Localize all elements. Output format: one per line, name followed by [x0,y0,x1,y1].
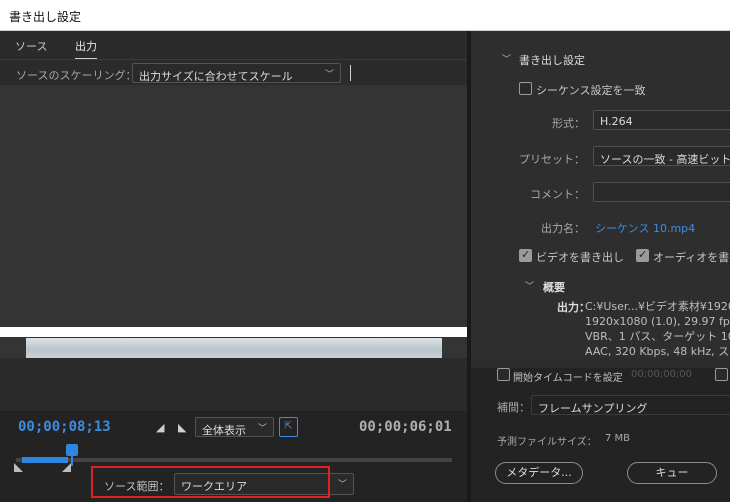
export-settings-lower: 開始タイムコードを設定 00;00;00;00 補間： フレームサンプリング 予… [471,368,730,502]
interpolation-value: フレームサンプリング [538,402,648,415]
chevron-down-icon[interactable]: ﹀ [525,279,534,292]
output-name-label: 出力名： [541,222,585,235]
start-timecode-label: 開始タイムコードを設定 [513,373,623,384]
filesize-label: 予測ファイルサイズ： [497,437,597,448]
tab-output[interactable]: 出力 [75,38,97,60]
mark-in-button[interactable]: ◢ [156,421,164,434]
scaling-label: ソースのスケーリング： [16,69,137,82]
summary-title: 概要 [543,281,565,294]
chevron-down-icon: ﹀ [324,70,334,80]
text-cursor [350,65,351,81]
metadata-button[interactable]: メタデータ... [495,462,583,484]
preset-dropdown[interactable]: ソースの一致 - 高速ビットレ [593,146,730,166]
scaling-row: ソースのスケーリング： 出力サイズに合わせてスケール ﹀ [0,59,467,85]
format-label: 形式： [552,117,585,130]
section-title: 書き出し設定 [519,54,585,67]
preview-gap [0,327,470,337]
highlight-box [91,466,330,498]
timeline-track[interactable] [16,457,452,463]
export-settings-upper: ﹀ 書き出し設定 シーケンス設定を一致 形式： H.264 プリセット： ソース… [471,31,730,358]
in-point-marker[interactable] [14,463,23,472]
comment-label: コメント： [530,188,585,201]
format-value: H.264 [600,115,633,128]
scaling-value: 出力サイズに合わせてスケール [139,70,293,83]
summary-line: AAC, 320 Kbps, 48 kHz, ステ [585,345,730,358]
chevron-down-icon: ﹀ [337,480,347,490]
queue-button[interactable]: キュー [627,462,717,484]
summary-line: C:¥User...¥ビデオ素材¥1920× [585,300,730,313]
format-dropdown[interactable]: H.264 [593,110,730,130]
summary-line: 1920x1080 (1.0), 29.97 fps, [585,315,730,328]
playhead-line [71,455,73,466]
window-title: 書き出し設定 [9,10,82,24]
tab-source[interactable]: ソース [15,38,47,54]
mark-out-button[interactable]: ◣ [178,421,186,434]
extra-checkbox[interactable] [715,368,728,381]
chevron-down-icon[interactable]: ﹀ [502,52,511,65]
export-audio-checkbox[interactable] [636,248,649,262]
export-video-label: ビデオを書き出し [536,251,624,264]
fit-frame-button[interactable]: ⇱ [279,417,298,437]
filesize-value: 7 MB [605,433,631,444]
current-timecode[interactable]: 00;00;08;13 [18,419,111,435]
start-timecode-value: 00;00;00;00 [631,369,693,380]
duration-timecode: 00;00;06;01 [359,419,452,435]
scaling-dropdown[interactable]: 出力サイズに合わせてスケール ﹀ [132,63,341,83]
zoom-dropdown[interactable]: 全体表示 ﹀ [195,417,274,437]
title-bar: 書き出し設定 [0,0,730,31]
interpolation-dropdown[interactable]: フレームサンプリング [531,395,730,415]
preview-area [0,85,467,358]
comment-input[interactable] [593,182,730,202]
tab-bar: ソース 出力 [0,31,467,60]
video-preview-image [26,338,442,358]
output-name-link[interactable]: シーケンス 10.mp4 [595,220,695,236]
out-point-marker[interactable] [62,463,71,472]
preset-value: ソースの一致 - 高速ビットレ [600,153,730,166]
start-timecode-checkbox[interactable] [497,368,510,381]
preset-label: プリセット： [519,153,585,166]
zoom-value: 全体表示 [202,424,246,437]
export-audio-label: オーディオを書き [653,251,730,264]
export-video-checkbox[interactable] [519,248,532,262]
match-sequence-checkbox[interactable] [519,82,532,95]
match-sequence-label: シーケンス設定を一致 [536,84,646,97]
chevron-down-icon: ﹀ [257,424,267,434]
export-settings-panel: ﹀ 書き出し設定 シーケンス設定を一致 形式： H.264 プリセット： ソース… [471,31,730,502]
summary-line: VBR、1 パス、ターゲット 10.0 [585,330,730,343]
interpolation-label: 補間： [497,401,530,414]
